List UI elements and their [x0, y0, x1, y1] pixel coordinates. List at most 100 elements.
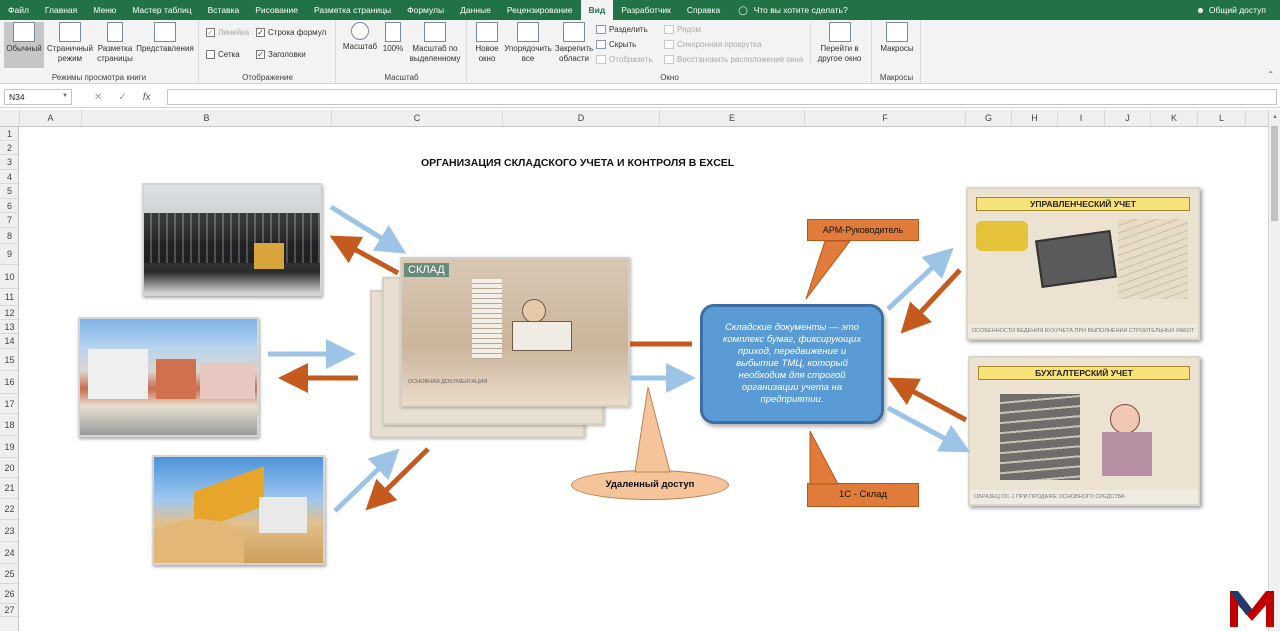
row-header[interactable]: 20: [0, 458, 19, 478]
column-header[interactable]: E: [660, 110, 805, 127]
row-header[interactable]: 25: [0, 564, 19, 584]
tab-draw[interactable]: Рисование: [247, 0, 306, 20]
side-by-side-icon: [664, 25, 674, 34]
tab-formulas[interactable]: Формулы: [399, 0, 452, 20]
row-header[interactable]: 7: [0, 213, 19, 228]
collapse-ribbon-icon[interactable]: ⌃: [1267, 70, 1274, 79]
reset-position-button[interactable]: Восстановить расположение окна: [664, 55, 803, 64]
ribbon-tab-bar: Файл Главная Меню Мастер таблиц Вставка …: [0, 0, 1280, 20]
tell-me-box[interactable]: ◯ Что вы хотите сделать?: [728, 5, 847, 16]
row-header[interactable]: 13: [0, 320, 19, 334]
row-header[interactable]: 21: [0, 478, 19, 499]
column-header[interactable]: I: [1058, 110, 1105, 127]
row-header[interactable]: 27: [0, 604, 19, 617]
hide-button[interactable]: Скрыть: [596, 40, 636, 49]
arrange-all-icon: [517, 22, 539, 42]
row-header[interactable]: 4: [0, 170, 19, 184]
unhide-button[interactable]: Отобразить: [596, 55, 653, 64]
row-header[interactable]: 2: [0, 141, 19, 155]
split-button[interactable]: Разделить: [596, 25, 648, 34]
tab-insert[interactable]: Вставка: [200, 0, 248, 20]
row-header[interactable]: 18: [0, 414, 19, 436]
share-button[interactable]: ☻ Общий доступ: [1196, 0, 1266, 20]
group-macros: Макросы Макросы: [873, 20, 921, 84]
row-header[interactable]: 23: [0, 520, 19, 542]
column-header[interactable]: J: [1105, 110, 1151, 127]
page-break-icon: [59, 22, 81, 42]
tab-file[interactable]: Файл: [0, 0, 37, 20]
formula-bar-checkbox[interactable]: ✓ Строка формул: [256, 28, 326, 37]
page-layout-button[interactable]: Разметка страницы: [96, 22, 134, 64]
custom-views-button[interactable]: Представления: [136, 22, 194, 54]
row-header[interactable]: 24: [0, 542, 19, 564]
zoom-to-selection-button[interactable]: Масштаб по выделенному: [407, 22, 463, 64]
scroll-thumb[interactable]: [1271, 126, 1278, 221]
sync-scroll-button[interactable]: Синхронная прокрутка: [664, 40, 761, 49]
column-header[interactable]: B: [82, 110, 332, 127]
vertical-scrollbar[interactable]: ▲: [1268, 110, 1280, 631]
column-header[interactable]: C: [332, 110, 503, 127]
column-header[interactable]: K: [1151, 110, 1198, 127]
row-header[interactable]: 11: [0, 289, 19, 306]
row-header[interactable]: 6: [0, 199, 19, 213]
switch-windows-button[interactable]: Перейти в другое окно: [810, 22, 868, 64]
tab-help[interactable]: Справка: [679, 0, 728, 20]
row-header[interactable]: 17: [0, 394, 19, 414]
tab-menu[interactable]: Меню: [85, 0, 124, 20]
new-window-button[interactable]: Новое окно: [472, 22, 502, 64]
headings-checkbox[interactable]: ✓ Заголовки: [256, 50, 306, 59]
page-break-view-button[interactable]: Страничный режим: [46, 22, 94, 64]
tab-home[interactable]: Главная: [37, 0, 85, 20]
row-header[interactable]: 9: [0, 244, 19, 265]
ruler-checkbox[interactable]: ✓ Линейка: [206, 28, 249, 37]
gridlines-checkbox[interactable]: Сетка: [206, 50, 240, 59]
group-label-zoom: Масштаб: [384, 73, 419, 82]
column-header[interactable]: F: [805, 110, 966, 127]
row-header[interactable]: 1: [0, 127, 19, 141]
sync-scroll-icon: [664, 40, 674, 49]
row-header[interactable]: 14: [0, 334, 19, 349]
select-all-corner[interactable]: [0, 110, 20, 127]
row-header[interactable]: 10: [0, 265, 19, 289]
group-label-window: Окно: [660, 73, 679, 82]
row-header[interactable]: 3: [0, 155, 19, 170]
row-header[interactable]: 5: [0, 184, 19, 199]
arrange-all-button[interactable]: Упорядочить все: [504, 22, 552, 64]
macros-button[interactable]: Макросы: [876, 22, 918, 54]
name-box[interactable]: N34 ▼: [4, 89, 72, 105]
name-box-dropdown-icon[interactable]: ▼: [62, 93, 68, 99]
cancel-icon[interactable]: ✕: [94, 92, 102, 103]
row-header[interactable]: 19: [0, 436, 19, 458]
zoom-100-button[interactable]: 100%: [381, 22, 405, 54]
tab-data[interactable]: Данные: [452, 0, 499, 20]
row-header[interactable]: 12: [0, 306, 19, 320]
row-header[interactable]: 26: [0, 584, 19, 604]
normal-view-button[interactable]: Обычный: [4, 22, 44, 68]
column-header[interactable]: A: [20, 110, 82, 127]
flow-arrows: [268, 204, 971, 513]
tab-page-layout[interactable]: Разметка страницы: [306, 0, 399, 20]
macros-icon: [886, 22, 908, 42]
zoom-button[interactable]: Масштаб: [341, 22, 379, 52]
scroll-up-icon[interactable]: ▲: [1272, 114, 1278, 120]
row-header[interactable]: 8: [0, 228, 19, 244]
freeze-panes-button[interactable]: Закрепить области: [554, 22, 594, 64]
enter-icon[interactable]: ✓: [118, 92, 126, 103]
row-header[interactable]: 22: [0, 499, 19, 520]
column-header[interactable]: G: [966, 110, 1012, 127]
tab-review[interactable]: Рецензирование: [499, 0, 581, 20]
tab-table-wizard[interactable]: Мастер таблиц: [124, 0, 199, 20]
worksheet-canvas[interactable]: ОРГАНИЗАЦИЯ СКЛАДСКОГО УЧЕТА И КОНТРОЛЯ …: [20, 127, 1274, 631]
switch-windows-icon: [828, 22, 851, 42]
column-header[interactable]: D: [503, 110, 660, 127]
row-header[interactable]: 16: [0, 371, 19, 394]
formula-input[interactable]: [167, 89, 1277, 105]
column-header[interactable]: H: [1012, 110, 1058, 127]
row-header[interactable]: 15: [0, 349, 19, 371]
tab-view[interactable]: Вид: [580, 0, 614, 20]
insert-function-icon[interactable]: fx: [143, 92, 151, 103]
tab-developer[interactable]: Разработчик: [613, 0, 679, 20]
side-by-side-button[interactable]: Рядом: [664, 25, 701, 34]
column-header[interactable]: L: [1198, 110, 1246, 127]
lightbulb-icon: ◯: [738, 4, 748, 15]
